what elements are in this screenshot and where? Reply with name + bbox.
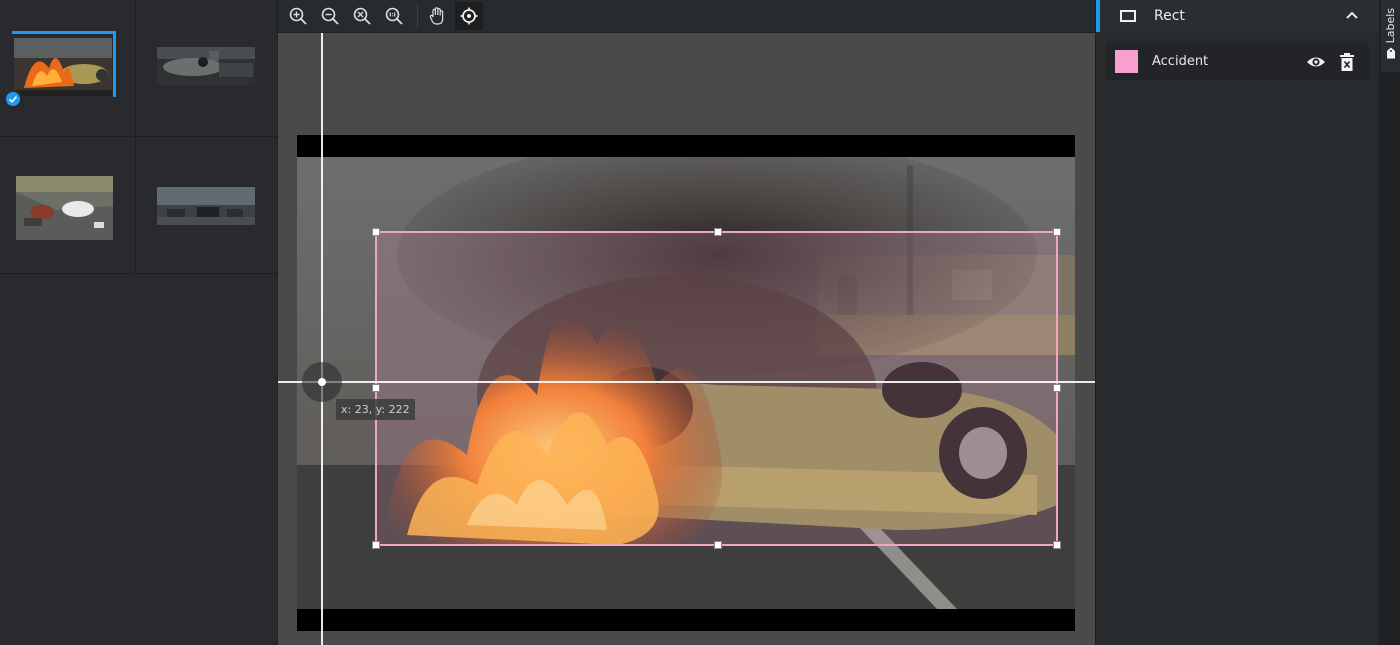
image-thumbnail-cell-4[interactable] [136, 137, 278, 274]
selected-image-indicator [12, 31, 116, 97]
image-thumbnail-road-dusk[interactable] [157, 187, 255, 225]
side-tab-bar: Labels [1379, 0, 1400, 645]
check-icon [4, 90, 22, 108]
resize-handle-top-left[interactable] [372, 228, 380, 236]
crosshair-icon [460, 7, 478, 25]
resize-handle-bottom-right[interactable] [1053, 541, 1061, 549]
image-thumbnail-cell-1[interactable] [0, 0, 136, 137]
cursor-coordinates: x: 23, y: 222 [336, 399, 415, 420]
zoom-actual-size-icon [385, 7, 403, 25]
image-thumbnail-cell-2[interactable] [136, 0, 278, 137]
zoom-out-icon [321, 7, 339, 25]
editor-toolbar [278, 0, 1095, 33]
resize-handle-left[interactable] [372, 384, 380, 392]
labels-panel: Rect Accident [1095, 0, 1380, 645]
zoom-in-icon [289, 7, 307, 25]
image-thumbnail-crash-scene[interactable] [16, 176, 113, 240]
zoom-actual-size-button[interactable] [380, 2, 408, 30]
chevron-up-icon[interactable] [1344, 7, 1360, 23]
cursor-guide-horizontal [278, 381, 1095, 383]
resize-handle-top-right[interactable] [1053, 228, 1061, 236]
labels-tab[interactable]: Labels [1381, 0, 1400, 72]
labels-tab-text: Labels [1384, 8, 1397, 44]
eye-icon[interactable] [1306, 52, 1326, 72]
rectangle-icon [1120, 10, 1136, 22]
resize-handle-bottom-left[interactable] [372, 541, 380, 549]
trash-icon[interactable] [1338, 52, 1356, 72]
crosshair-tool-button[interactable] [455, 2, 483, 30]
zoom-in-button[interactable] [284, 2, 312, 30]
annotation-app: x: 23, y: 222 Rect Accident Labels [0, 0, 1400, 645]
image-thumbnail-overturned-car[interactable] [157, 47, 255, 85]
label-item-accident[interactable]: Accident [1106, 43, 1369, 80]
rect-section-title: Rect [1154, 8, 1185, 24]
zoom-fit-button[interactable] [348, 2, 376, 30]
tag-icon [1386, 47, 1395, 59]
hand-pan-icon [429, 7, 444, 25]
resize-handle-bottom[interactable] [714, 541, 722, 549]
image-list-panel [0, 0, 278, 645]
resize-handle-top[interactable] [714, 228, 722, 236]
image-thumbnail-cell-3[interactable] [0, 137, 136, 274]
toolbar-separator [417, 4, 418, 28]
rect-section-header[interactable]: Rect [1096, 0, 1380, 32]
label-name: Accident [1152, 54, 1209, 69]
pan-tool-button[interactable] [423, 2, 451, 30]
zoom-fit-icon [353, 7, 371, 25]
cursor-guide-vertical [321, 33, 323, 645]
zoom-out-button[interactable] [316, 2, 344, 30]
resize-handle-right[interactable] [1053, 384, 1061, 392]
bounding-box-accident[interactable] [372, 228, 1061, 549]
label-color-swatch[interactable] [1115, 50, 1138, 73]
cursor-point [318, 378, 326, 386]
editor-canvas[interactable]: x: 23, y: 222 [278, 33, 1095, 645]
